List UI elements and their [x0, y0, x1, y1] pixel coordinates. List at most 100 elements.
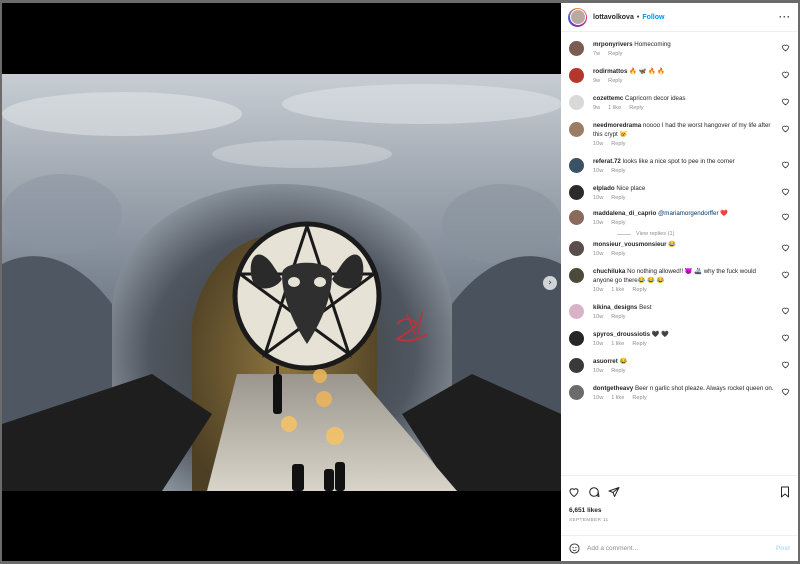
next-media-button[interactable]: ›	[543, 276, 557, 290]
reply-button[interactable]: Reply	[611, 368, 625, 374]
commenter-avatar[interactable]	[569, 68, 584, 83]
author-username[interactable]: lottavolkova	[593, 14, 634, 21]
comment-like-heart-icon[interactable]	[781, 70, 790, 79]
comment-like-heart-icon[interactable]	[781, 360, 790, 369]
comment-like-heart-icon[interactable]	[781, 43, 790, 52]
reply-button[interactable]: Reply	[608, 78, 622, 84]
side-panel: lottavolkova • Follow ··· mrponyrivers H…	[561, 3, 798, 561]
comment-like-heart-icon[interactable]	[781, 124, 790, 133]
commenter-avatar[interactable]	[569, 122, 584, 137]
commenter-username[interactable]: maddalena_di_caprio	[593, 210, 656, 217]
commenter-avatar[interactable]	[569, 158, 584, 173]
commenter-avatar[interactable]	[569, 241, 584, 256]
commenter-username[interactable]: cozettemc	[593, 95, 623, 102]
comment-text: chuchiluka No nothing allowed!! 😈 🚢 why …	[593, 267, 776, 285]
commenter-username[interactable]: needmoredrama	[593, 122, 641, 129]
comment-age[interactable]: 10w	[593, 141, 603, 147]
comment-age[interactable]: 10w	[593, 368, 603, 374]
comment-age[interactable]: 7w	[593, 51, 600, 57]
commenter-username[interactable]: kikina_designs	[593, 304, 637, 311]
share-icon[interactable]	[608, 486, 620, 498]
comment-like-heart-icon[interactable]	[781, 160, 790, 169]
commenter-avatar[interactable]	[569, 95, 584, 110]
comment-text: asuorret 😂	[593, 357, 776, 366]
author-avatar[interactable]	[568, 7, 587, 27]
emoji-icon[interactable]	[569, 543, 580, 554]
more-options-icon[interactable]: ···	[779, 12, 791, 22]
comment-likes[interactable]: 1 like	[608, 105, 621, 111]
comment-like-heart-icon[interactable]	[781, 212, 790, 221]
comment-likes[interactable]: 1 like	[611, 395, 624, 401]
commenter-username[interactable]: rodirmattos	[593, 68, 627, 75]
likes-count[interactable]: 6,651 likes	[561, 507, 798, 514]
comment-body: 😂	[668, 241, 677, 248]
commenter-username[interactable]: spyros_droussiotis	[593, 331, 650, 338]
view-replies-button[interactable]: View replies (1)	[617, 231, 776, 237]
comment-item: maddalena_di_caprio @mariamorgendorffer …	[569, 209, 790, 237]
reply-button[interactable]: Reply	[632, 287, 646, 293]
comment-like-heart-icon[interactable]	[781, 243, 790, 252]
comment-like-heart-icon[interactable]	[781, 333, 790, 342]
comment-item: monsieur_vousmonsieur 😂 10w Reply	[569, 240, 790, 257]
reply-button[interactable]: Reply	[629, 105, 643, 111]
comment-text: cozettemc Capricorn decor ideas	[593, 94, 776, 103]
commenter-username[interactable]: elplado	[593, 185, 615, 192]
add-comment-input[interactable]: Add a comment…	[587, 545, 776, 552]
commenter-username[interactable]: referat.72	[593, 158, 621, 165]
replies-divider	[617, 233, 631, 235]
like-heart-icon[interactable]	[568, 486, 580, 498]
reply-button[interactable]: Reply	[608, 51, 622, 57]
commenter-avatar[interactable]	[569, 385, 584, 400]
comment-text: needmoredrama noooo I had the worst hang…	[593, 121, 776, 139]
commenter-avatar[interactable]	[569, 268, 584, 283]
comment-age[interactable]: 10w	[593, 168, 603, 174]
comment-age[interactable]: 10w	[593, 251, 603, 257]
comment-age[interactable]: 10w	[593, 341, 603, 347]
save-bookmark-icon[interactable]	[779, 486, 791, 498]
comment-age[interactable]: 10w	[593, 395, 603, 401]
comment-mention[interactable]: @mariamorgendorffer	[658, 210, 719, 217]
comment-like-heart-icon[interactable]	[781, 270, 790, 279]
comment-body: 😂	[619, 358, 628, 365]
commenter-avatar[interactable]	[569, 331, 584, 346]
reply-button[interactable]: Reply	[611, 141, 625, 147]
comment-like-heart-icon[interactable]	[781, 306, 790, 315]
comment-like-heart-icon[interactable]	[781, 97, 790, 106]
comment-age[interactable]: 9w	[593, 105, 600, 111]
commenter-username[interactable]: chuchiluka	[593, 268, 625, 275]
comment-likes[interactable]: 1 like	[611, 287, 624, 293]
reply-button[interactable]: Reply	[611, 314, 625, 320]
commenter-avatar[interactable]	[569, 185, 584, 200]
comment-meta: 10w Reply	[593, 368, 776, 374]
reply-button[interactable]: Reply	[632, 341, 646, 347]
reply-button[interactable]: Reply	[611, 168, 625, 174]
comment-age[interactable]: 10w	[593, 220, 603, 226]
comment-age[interactable]: 9w	[593, 78, 600, 84]
comment-meta: 10w Reply	[593, 251, 776, 257]
commenter-avatar[interactable]	[569, 304, 584, 319]
reply-button[interactable]: Reply	[611, 220, 625, 226]
follow-button[interactable]: Follow	[642, 14, 664, 21]
commenter-username[interactable]: monsieur_vousmonsieur	[593, 241, 667, 248]
post-photo[interactable]	[2, 74, 561, 491]
comment-age[interactable]: 10w	[593, 195, 603, 201]
reply-button[interactable]: Reply	[611, 251, 625, 257]
commenter-username[interactable]: mrponyrivers	[593, 41, 633, 48]
comment-like-heart-icon[interactable]	[781, 387, 790, 396]
comment-like-heart-icon[interactable]	[781, 187, 790, 196]
post-comment-button[interactable]: Post	[776, 545, 790, 552]
comment-icon[interactable]	[588, 486, 600, 498]
reply-button[interactable]: Reply	[632, 395, 646, 401]
reply-button[interactable]: Reply	[611, 195, 625, 201]
commenter-avatar[interactable]	[569, 358, 584, 373]
comment-age[interactable]: 10w	[593, 287, 603, 293]
commenter-username[interactable]: dontgetheavy	[593, 385, 633, 392]
comment-meta: 10w 1 like Reply	[593, 287, 776, 293]
comment-age[interactable]: 10w	[593, 314, 603, 320]
commenter-avatar[interactable]	[569, 41, 584, 56]
comment-text: spyros_droussiotis 🖤 🖤	[593, 330, 776, 339]
commenter-avatar[interactable]	[569, 210, 584, 225]
comment-meta: 10w Reply	[593, 141, 776, 147]
comment-likes[interactable]: 1 like	[611, 341, 624, 347]
commenter-username[interactable]: asuorret	[593, 358, 618, 365]
